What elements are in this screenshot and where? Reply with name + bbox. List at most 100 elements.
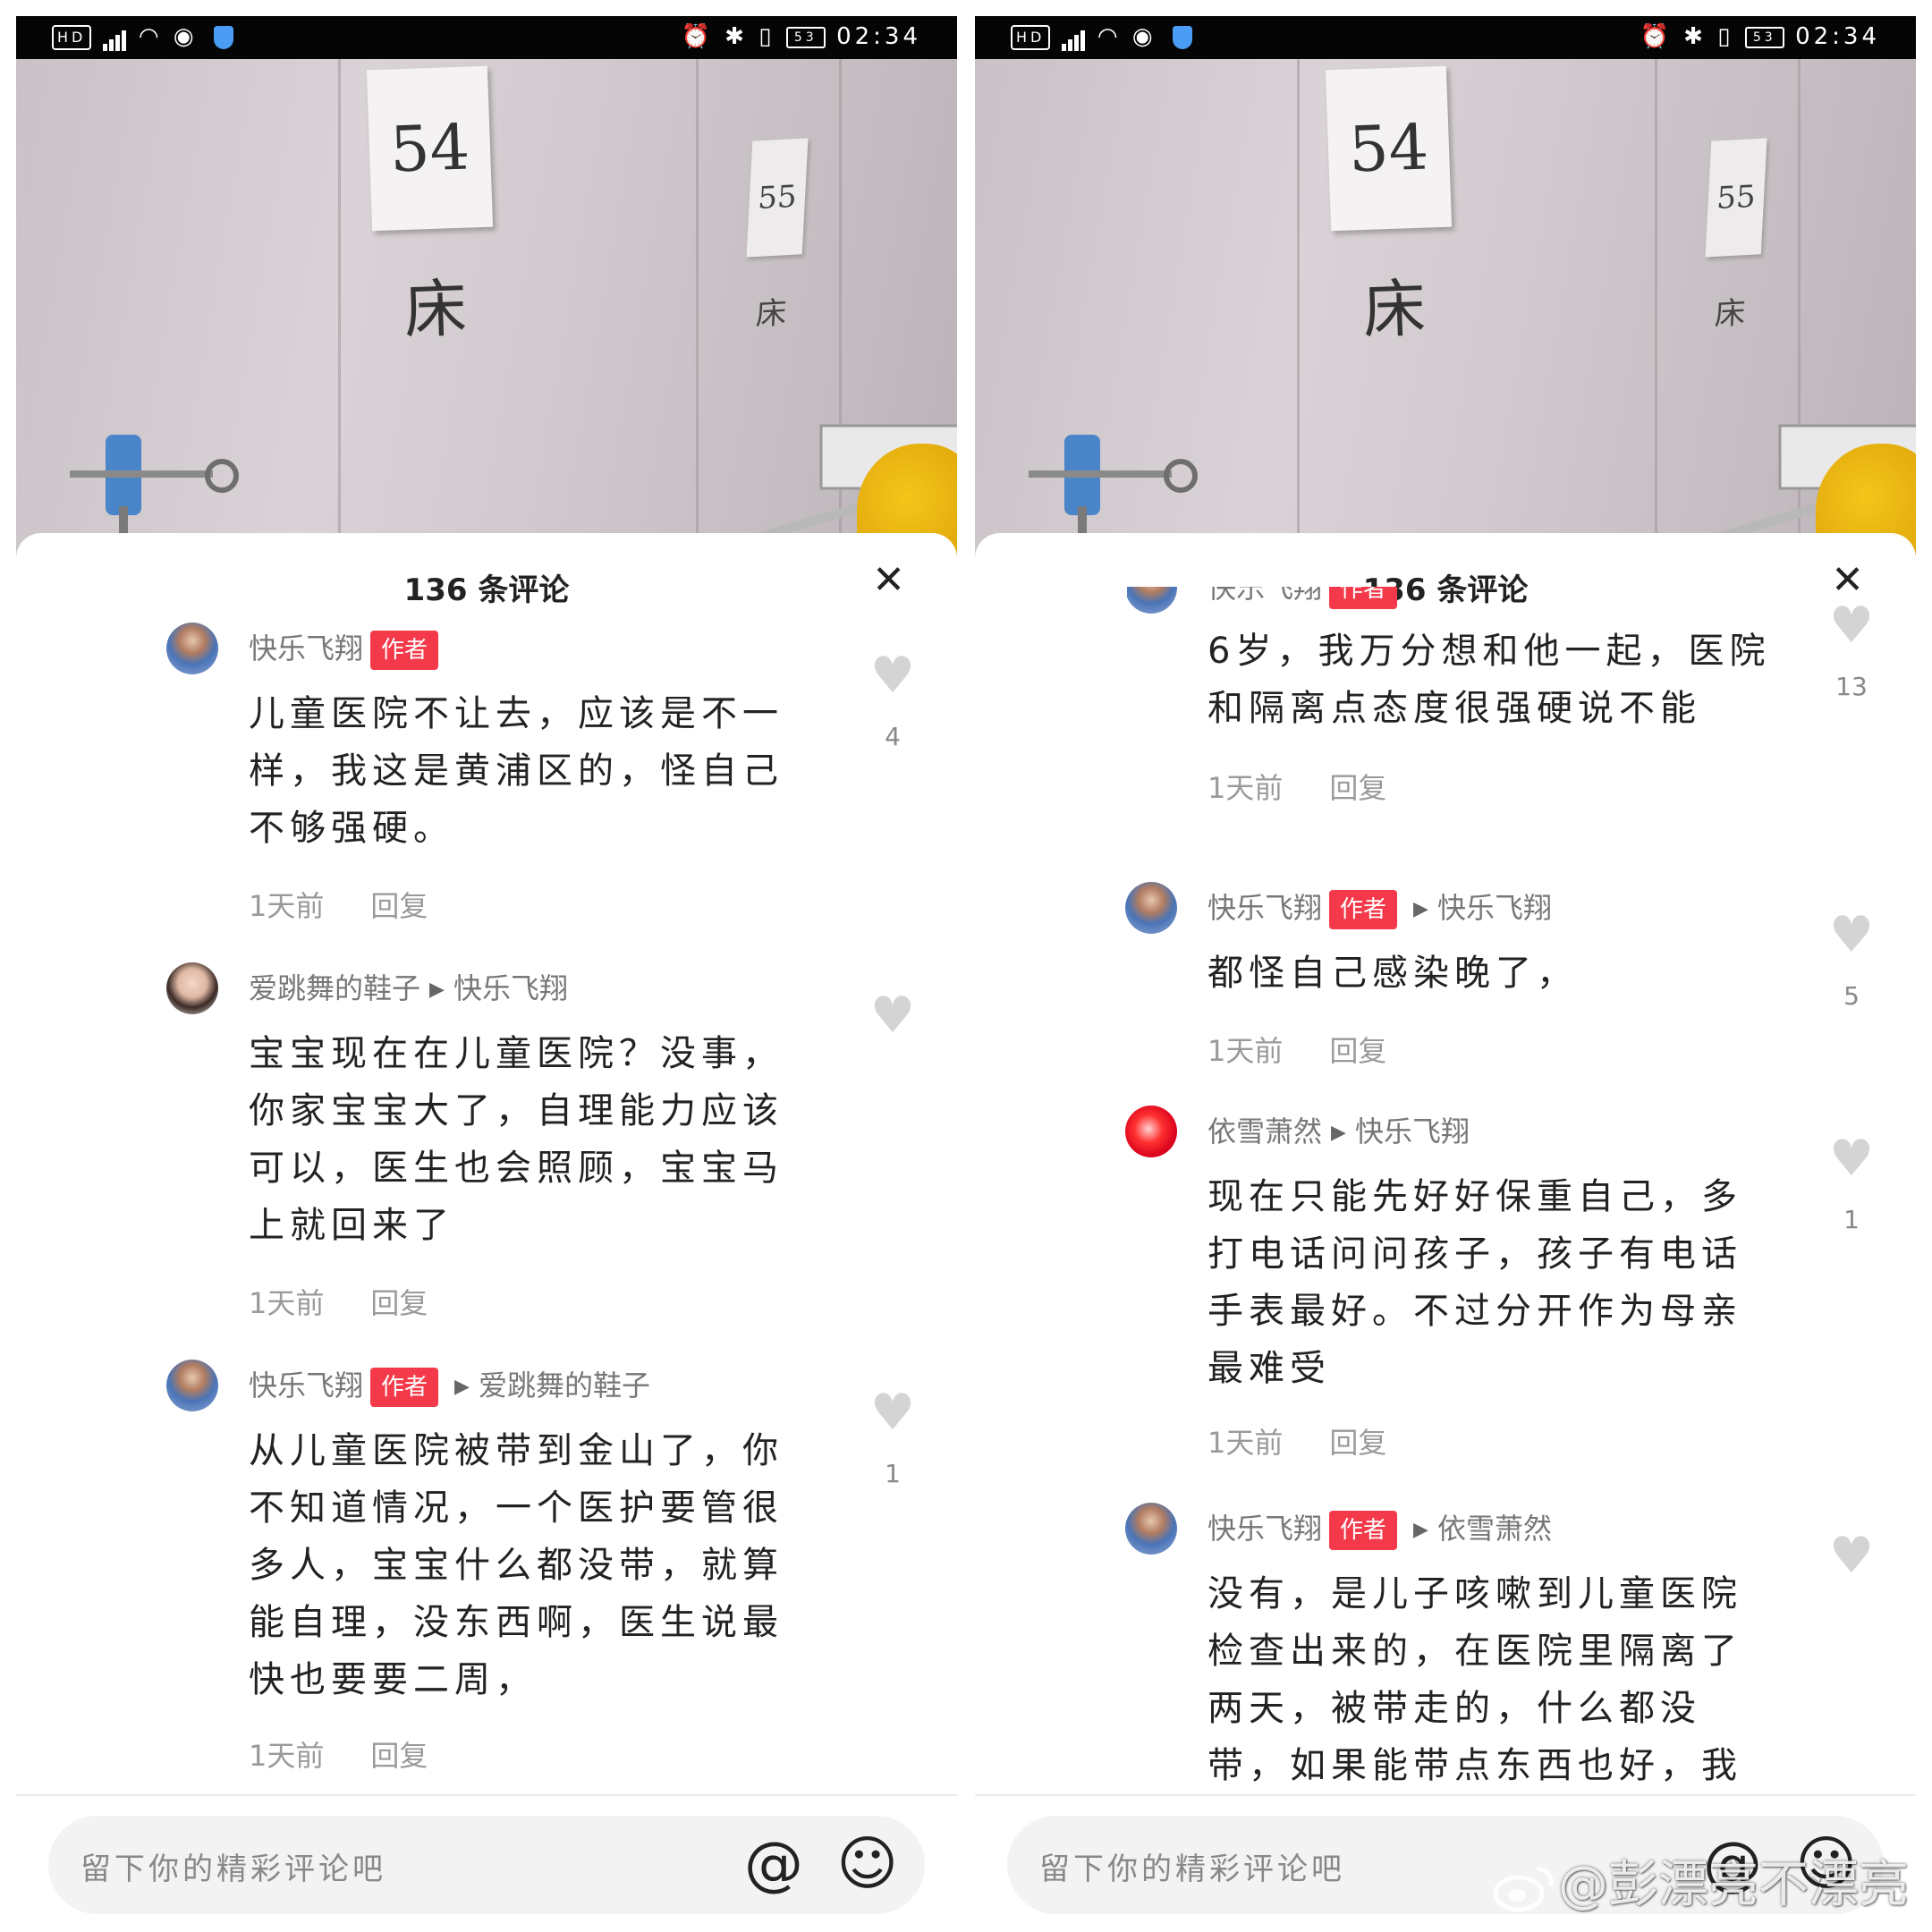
eye-icon: ◉ — [1131, 23, 1157, 50]
video-frame: 54床 55床 — [975, 59, 1916, 560]
battery-icon: 53 — [785, 26, 826, 48]
comment-input[interactable]: 留下你的精彩评论吧 @ ☺ — [48, 1816, 925, 1914]
hd-icon: HD — [1011, 24, 1051, 50]
close-icon[interactable]: ✕ — [872, 558, 905, 603]
comment-time: 1天前 — [249, 1739, 325, 1773]
clock-time: 02:34 — [836, 23, 921, 50]
author-badge: 作者 — [1329, 587, 1398, 609]
reply-button[interactable]: 回复 — [1329, 771, 1386, 805]
signal-icon — [1061, 24, 1087, 51]
status-bar: HD ◠ ◉ ⏰ ✱ ▯ 53 02:34 — [975, 16, 1916, 59]
emoji-icon[interactable]: ☺ — [836, 1832, 898, 1896]
like-count: 1 — [885, 1459, 901, 1488]
comment-username[interactable]: 快乐飞翔 — [1208, 891, 1322, 925]
comment-time: 1天前 — [249, 1286, 325, 1320]
like-heart-icon[interactable]: ♥ — [1825, 599, 1878, 653]
reply-arrow-icon: ▶ — [429, 979, 445, 1001]
bed-sign-54: 54床 — [366, 65, 494, 347]
avatar[interactable] — [1125, 1503, 1177, 1555]
comment-username[interactable]: 快乐飞翔 — [249, 631, 363, 665]
comment-username[interactable]: 依雪萧然 — [1208, 1114, 1322, 1148]
reply-button[interactable]: 回复 — [370, 889, 428, 923]
bed-sign-55: 55床 — [746, 138, 809, 333]
phone-screenshot-right: HD ◠ ◉ ⏰ ✱ ▯ 53 02:34 54床 55床 136 条评论 ✕ … — [975, 16, 1916, 1932]
author-badge: 作者 — [370, 1368, 439, 1407]
avatar[interactable] — [1125, 1106, 1177, 1157]
reply-arrow-icon: ▶ — [454, 1376, 470, 1398]
comment-username[interactable]: 快乐飞翔 — [249, 1368, 363, 1402]
shield-icon — [1172, 25, 1192, 49]
battery-icon: 53 — [1744, 26, 1784, 48]
like-heart-icon[interactable]: ♥ — [1825, 1530, 1878, 1583]
comment-time: 1天前 — [1208, 1034, 1284, 1068]
comment-count-title: 136 条评论 — [403, 572, 570, 608]
hd-icon: HD — [52, 24, 92, 50]
like-count: 13 — [1835, 672, 1868, 701]
reply-button[interactable]: 回复 — [1329, 1426, 1386, 1460]
alarm-icon: ⏰ — [1640, 23, 1673, 50]
reply-button[interactable]: 回复 — [370, 1739, 428, 1773]
avatar[interactable] — [1125, 882, 1177, 934]
avatar[interactable] — [166, 623, 218, 674]
reply-target-username[interactable]: 快乐飞翔 — [1437, 891, 1552, 925]
weibo-logo-icon — [1493, 1866, 1554, 1912]
wifi-icon: ◠ — [138, 23, 163, 50]
comment-text: 儿童医院不让去，应该是不一样，我这是黄浦区的，怪自己不够强硬。 — [249, 693, 784, 849]
reply-arrow-icon: ▶ — [1413, 898, 1428, 920]
vibrate-icon: ▯ — [758, 23, 775, 50]
comment-text: 宝宝现在在儿童医院？没事，你家宝宝大了，自理能力应该可以，医生也会照顾，宝宝马上… — [249, 1033, 784, 1246]
reply-target-username[interactable]: 快乐飞翔 — [1355, 1114, 1470, 1148]
avatar[interactable] — [1127, 587, 1177, 614]
at-mention-icon[interactable]: @ — [744, 1832, 803, 1896]
comment-time: 1天前 — [1208, 1426, 1284, 1460]
comment-username[interactable]: 爱跳舞的鞋子 — [249, 971, 420, 1005]
avatar[interactable] — [166, 1360, 218, 1411]
reply-button[interactable]: 回复 — [370, 1286, 428, 1320]
comment-input-placeholder: 留下你的精彩评论吧 — [1039, 1852, 1345, 1887]
comment-time: 1天前 — [249, 889, 325, 923]
like-heart-icon[interactable]: ♥ — [866, 649, 919, 703]
watermark-text: @彭漂亮不漂亮 — [1558, 1856, 1909, 1914]
comment-username[interactable]: 快乐飞翔 — [1208, 1512, 1322, 1546]
signal-icon — [102, 24, 128, 51]
like-count: 4 — [885, 722, 901, 751]
comment-sheet: 136 条评论 ✕ 快乐飞翔 作者 儿童医院不让去，应该是不一样，我这是黄浦区的，… — [16, 533, 957, 1932]
bluetooth-icon: ✱ — [1683, 23, 1707, 50]
video-frame: 54床 55床 — [16, 59, 957, 560]
alarm-icon: ⏰ — [681, 23, 714, 50]
comment-input-placeholder: 留下你的精彩评论吧 — [80, 1852, 386, 1887]
reply-button[interactable]: 回复 — [1329, 1034, 1386, 1068]
comment-username[interactable]: 快乐飞翔 — [1208, 587, 1322, 605]
reply-target-username[interactable]: 依雪萧然 — [1437, 1512, 1552, 1546]
phone-screenshot-left: HD ◠ ◉ ⏰ ✱ ▯ 53 02:34 54床 55床 136 条评论 ✕ … — [16, 16, 957, 1932]
like-heart-icon[interactable]: ♥ — [866, 989, 919, 1043]
avatar[interactable] — [166, 962, 218, 1014]
eye-icon: ◉ — [173, 23, 198, 50]
author-badge: 作者 — [1329, 1511, 1398, 1550]
shield-icon — [213, 25, 233, 49]
author-badge: 作者 — [1329, 890, 1398, 929]
comment-sheet: 136 条评论 ✕ 快乐飞翔 作者 6岁，我万分想和他一起，医院和隔离点态度很强硬… — [975, 533, 1916, 1932]
clock-time: 02:34 — [1795, 23, 1880, 50]
like-heart-icon[interactable]: ♥ — [1825, 909, 1878, 962]
reply-arrow-icon: ▶ — [1413, 1519, 1428, 1541]
like-heart-icon[interactable]: ♥ — [866, 1386, 919, 1440]
vibrate-icon: ▯ — [1717, 23, 1734, 50]
comment-time: 1天前 — [1208, 771, 1284, 805]
bed-sign-55: 55床 — [1705, 138, 1767, 333]
reply-target-username[interactable]: 爱跳舞的鞋子 — [479, 1368, 650, 1402]
comment-input-bar: 留下你的精彩评论吧 @ ☺ — [16, 1794, 957, 1932]
comment-text: 都怪自己感染晚了， — [1208, 953, 1578, 994]
reply-target-username[interactable]: 快乐飞翔 — [453, 971, 568, 1005]
comment-text: 现在只能先好好保重自己，多打电话问问孩子，孩子有电话手表最好。不过分开作为母亲最… — [1208, 1176, 1742, 1389]
comment-text: 没有，是儿子咳嗽到儿童医院检查出来的，在医院里隔离了两天，被带走的，什么都没带，… — [1208, 1573, 1742, 1786]
like-count: 1 — [1843, 1205, 1860, 1234]
bluetooth-icon: ✱ — [724, 23, 748, 50]
like-count: 5 — [1843, 981, 1860, 1011]
like-heart-icon[interactable]: ♥ — [1825, 1132, 1878, 1186]
weibo-watermark: @彭漂亮不漂亮 — [1492, 1844, 1909, 1917]
comment-text: 6岁，我万分想和他一起，医院和隔离点态度很强硬说不能 — [1208, 631, 1771, 729]
status-bar: HD ◠ ◉ ⏰ ✱ ▯ 53 02:34 — [16, 16, 957, 59]
bed-sign-54: 54床 — [1325, 65, 1453, 347]
comment-text: 从儿童医院被带到金山了，你不知道情况，一个医护要管很多人，宝宝什么都没带，就算能… — [249, 1430, 784, 1700]
